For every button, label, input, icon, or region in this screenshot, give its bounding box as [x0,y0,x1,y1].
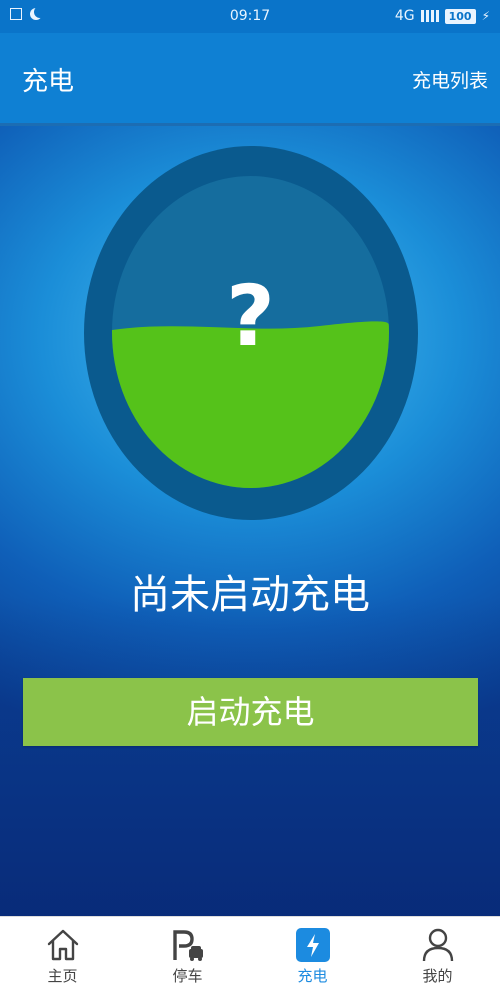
status-right: 4G 100 ⚡ [395,8,490,24]
nav-charging[interactable]: 充电 [250,917,375,1001]
charging-panel: ? 尚未启动充电 启动充电 [0,126,500,916]
start-charging-button[interactable]: 启动充电 [23,678,478,746]
home-icon [47,929,78,961]
charging-bolt-icon [295,928,330,962]
unknown-charge-symbol: ? [226,267,275,365]
page-title: 充电 [22,67,75,97]
nav-home-label: 主页 [47,967,78,985]
charge-gauge: ? [112,176,389,488]
charging-list-button[interactable]: 充电列表 [412,66,488,93]
nav-parking[interactable]: 停车 [125,917,250,1001]
app-header: 充电 充电列表 [0,33,500,126]
charging-indicator-icon: ⚡ [481,9,490,23]
nav-profile[interactable]: 我的 [375,917,500,1001]
network-type: 4G [394,8,415,24]
user-icon [422,928,453,962]
charging-status-text: 尚未启动充电 [130,572,370,618]
battery-level: 100 [444,8,476,24]
signal-icon [420,10,439,22]
nav-home[interactable]: 主页 [0,917,125,1001]
nav-profile-label: 我的 [422,967,453,985]
bottom-nav: 主页 停车 充电 我的 [0,916,500,1001]
status-bar: 09:17 4G 100 ⚡ [0,0,500,33]
parking-icon [172,930,203,961]
nav-parking-label: 停车 [172,967,203,985]
nav-charging-label: 充电 [297,967,328,985]
